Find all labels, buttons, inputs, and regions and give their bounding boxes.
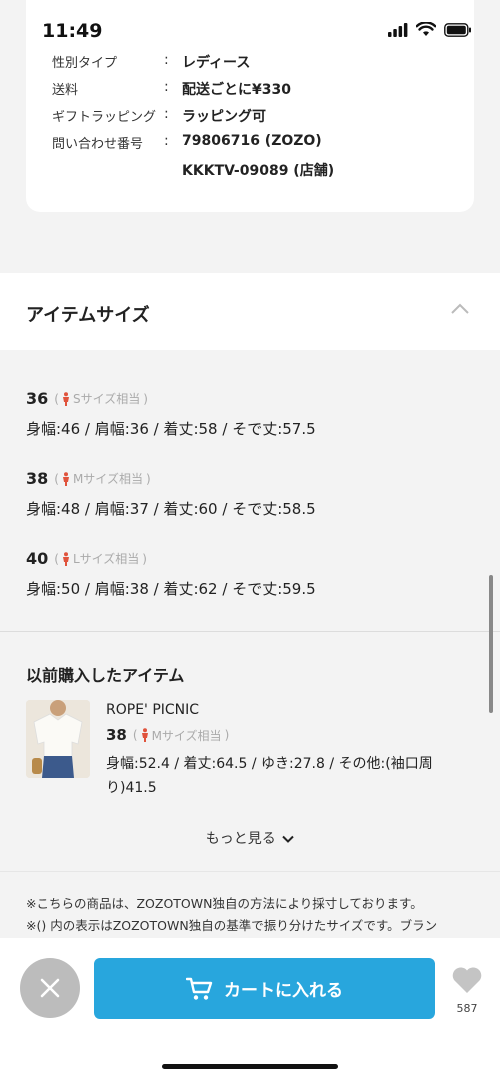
see-more-button[interactable]: もっと見る [0,828,500,848]
previous-item-measurements: 身幅:52.4 / 着丈:64.5 / ゆき:27.8 / その他:(袖口周り)… [106,756,433,796]
size-hint-text: Mサイズ相当 [151,728,222,743]
divider [0,871,500,872]
info-value: KKKTV-09089 (店舗) [182,163,335,179]
size-hint: ( Sサイズ相当) [54,391,148,407]
previous-item-thumbnail[interactable] [26,700,90,778]
size-measurements: 身幅:48 / 肩幅:37 / 着丈:60 / そで丈:58.5 [26,500,316,518]
bottom-action-bar: カートに入れる 587 [0,938,500,1080]
close-icon [40,978,60,998]
person-icon [141,728,148,742]
favorite-count: 587 [456,1002,478,1015]
size-hint: ( Lサイズ相当) [54,551,147,567]
heart-icon [452,967,482,993]
add-to-cart-button[interactable]: カートに入れる [94,958,435,1019]
size-hint-text: Sサイズ相当 [72,392,141,406]
size-hint-text: Lサイズ相当 [72,552,140,566]
status-bar: 11:49 [0,0,500,46]
info-row-shipping: 送料 : 配送ごとに¥330 [52,79,291,99]
status-time: 11:49 [42,20,103,42]
info-value: 79806716 (ZOZO) [182,133,322,149]
previous-items-title: 以前購入したアイテム [26,666,185,685]
size-option-40: 40 ( Lサイズ相当) 身幅:50 / 肩幅:38 / 着丈:62 / そで丈… [26,549,316,599]
info-sep: : [164,106,169,122]
previous-item-info: ROPE' PICNIC 38 ( Mサイズ相当) 身幅:52.4 / 着丈:6… [106,702,466,800]
info-key: 性別タイプ [52,56,118,71]
person-icon [62,551,69,566]
size-hint: ( Mサイズ相当) [132,728,230,743]
close-button[interactable] [20,958,80,1018]
info-row-store-number: KKKTV-09089 (店舗) [52,160,334,180]
info-sep: : [164,52,169,68]
info-sep: : [164,133,169,149]
size-hint-text: Mサイズ相当 [72,472,143,486]
info-sep [164,160,182,180]
size-measurements: 身幅:46 / 肩幅:36 / 着丈:58 / そで丈:57.5 [26,420,316,438]
size-label: 40 [26,549,49,568]
info-row-inquiry: 問い合わせ番号 : 79806716 (ZOZO) [52,133,322,152]
size-hint: ( Mサイズ相当) [54,471,151,487]
info-key: 送料 [52,83,79,98]
size-label: 38 [26,469,49,488]
battery-icon [444,22,471,37]
previous-item-brand[interactable]: ROPE' PICNIC [106,702,466,718]
info-key: 問い合わせ番号 [52,137,144,152]
favorite-button[interactable]: 587 [450,966,484,1015]
info-key [52,160,164,180]
cart-icon [186,977,213,1000]
note-line: ※() 内の表示はZOZOTOWN独自の基準で振り分けたサイズです。ブラン [26,918,438,933]
divider [0,631,500,632]
signal-icon [388,22,408,37]
info-value: 配送ごとに¥330 [182,82,291,98]
size-measurements: 身幅:50 / 肩幅:38 / 着丈:62 / そで丈:59.5 [26,580,316,598]
see-more-label: もっと見る [205,831,276,847]
person-icon [62,391,69,406]
size-option-36: 36 ( Sサイズ相当) 身幅:46 / 肩幅:36 / 着丈:58 / そで丈… [26,389,316,439]
chevron-up-icon[interactable] [450,303,470,315]
size-option-38: 38 ( Mサイズ相当) 身幅:48 / 肩幅:37 / 着丈:60 / そで丈… [26,469,316,519]
info-key: ギフトラッピング [52,110,157,125]
info-value: ラッピング可 [182,109,266,125]
item-size-header[interactable]: アイテムサイズ [0,273,500,350]
chevron-down-icon [282,835,294,843]
size-notes: ※こちらの商品は、ZOZOTOWN独自の方法により採寸しております。 ※() 内… [26,893,486,937]
home-indicator[interactable] [162,1064,338,1069]
scrollbar[interactable] [489,575,493,713]
section-title: アイテムサイズ [26,305,150,326]
blouse-image [26,700,90,778]
note-line: ※こちらの商品は、ZOZOTOWN独自の方法により採寸しております。 [26,896,423,911]
wifi-icon [416,22,436,36]
info-row-gender: 性別タイプ : レディース [52,52,250,72]
size-label: 36 [26,389,49,408]
info-row-gift: ギフトラッピング : ラッピング可 [52,106,266,126]
info-sep: : [164,79,169,95]
add-to-cart-label: カートに入れる [224,981,343,1001]
person-icon [62,471,69,486]
info-value: レディース [182,55,251,71]
status-icons [388,22,472,37]
previous-item-size: 38 [106,726,127,744]
